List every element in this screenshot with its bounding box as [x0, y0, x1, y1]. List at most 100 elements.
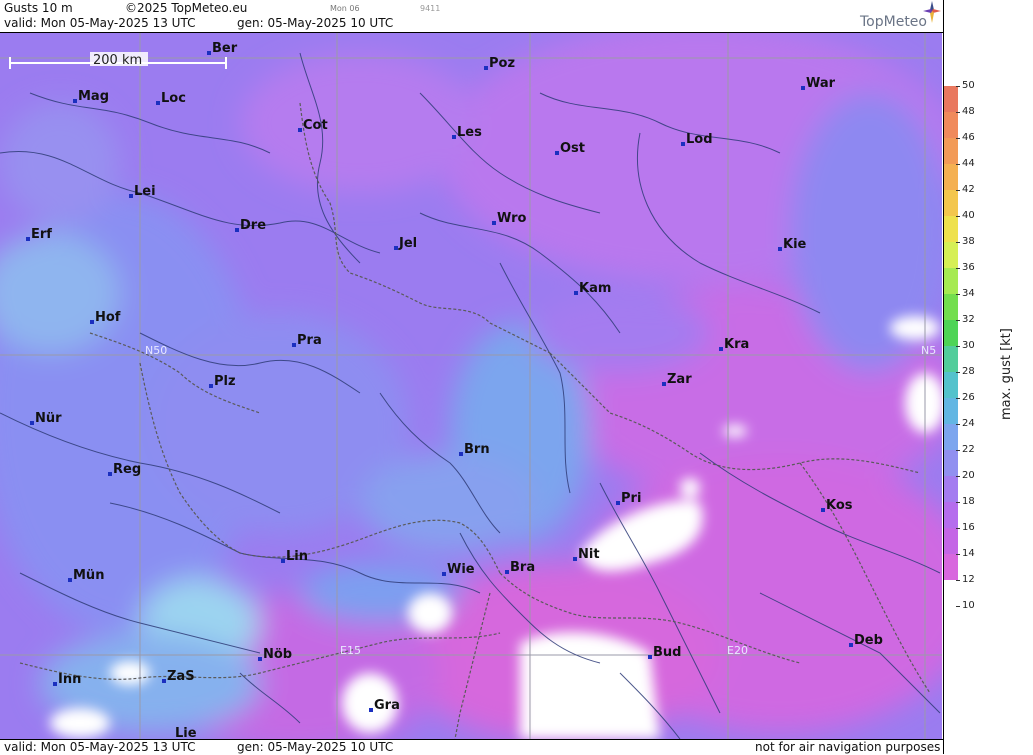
city-label-kra: Kra: [724, 337, 749, 352]
legend-tick-mark: [956, 502, 960, 503]
city-marker-lei: [129, 194, 133, 198]
legend-swatch: [944, 476, 958, 503]
city-marker-zas: [162, 679, 166, 683]
legend-tick-label: 16: [962, 522, 975, 533]
scale-bar-label: 200 km: [93, 53, 142, 68]
legend-swatch: [944, 268, 958, 295]
grid-label-n5: N5: [921, 344, 936, 357]
city-label-kie: Kie: [783, 237, 807, 252]
city-marker-hof: [90, 320, 94, 324]
city-marker-brn: [459, 452, 463, 456]
footer-bar: valid: Mon 05-May-2025 13 UTC gen: 05-Ma…: [0, 739, 943, 755]
legend-tick-label: 20: [962, 470, 975, 481]
city-label-inn: Inn: [58, 672, 81, 687]
city-marker-kra: [719, 347, 723, 351]
legend-tick-label: 30: [962, 340, 975, 351]
city-marker-poz: [484, 66, 488, 70]
gust-map: N50 N5 E15 E20 200 km Ber Poz War Mag Loc Cot…: [0, 33, 942, 739]
legend-swatch: [944, 528, 958, 555]
city-marker-nit: [573, 557, 577, 561]
legend-swatch: [944, 86, 958, 113]
grid-label-n50: N50: [145, 344, 167, 357]
city-marker-inn: [53, 682, 57, 686]
legend-tick-mark: [956, 424, 960, 425]
topmeteo-logo: TopMeteo: [860, 14, 927, 30]
legend-tick-label: 32: [962, 314, 975, 325]
city-label-kos: Kos: [826, 498, 853, 513]
compass-star-icon: [923, 1, 941, 23]
city-label-nür: Nür: [35, 411, 62, 426]
legend-tick-label: 28: [962, 366, 975, 377]
legend-swatch: [944, 242, 958, 269]
city-marker-kos: [821, 508, 825, 512]
legend-swatch: [944, 216, 958, 243]
city-label-zas: ZaS: [167, 669, 195, 684]
product-title: Gusts 10 m: [4, 1, 73, 15]
city-label-loc: Loc: [161, 91, 186, 106]
legend-tick-label: 24: [962, 418, 975, 429]
city-marker-reg: [108, 472, 112, 476]
legend-tick-label: 14: [962, 548, 975, 559]
legend-tick-label: 26: [962, 392, 975, 403]
city-label-jel: Jel: [398, 236, 417, 251]
color-legend: 50 48 46 44 42 40 38 36 34 32 30 28 26 24 22 20 18 16 14 12…: [943, 0, 1033, 754]
legend-swatch: [944, 580, 958, 596]
legend-tick-mark: [956, 294, 960, 295]
legend-swatch: [944, 138, 958, 165]
city-marker-les: [452, 135, 456, 139]
city-label-nit: Nit: [578, 547, 600, 562]
city-marker-ost: [555, 151, 559, 155]
city-label-hof: Hof: [95, 310, 121, 325]
city-label-bra: Bra: [510, 560, 535, 575]
city-label-lod: Lod: [686, 132, 713, 147]
legend-swatch: [944, 190, 958, 217]
legend-tick-mark: [956, 138, 960, 139]
small-day-text: Mon 06: [330, 4, 360, 13]
grid-label-e20: E20: [727, 644, 748, 657]
city-marker-loc: [156, 101, 160, 105]
city-label-war: War: [806, 76, 836, 91]
city-label-reg: Reg: [113, 462, 141, 477]
legend-tick-mark: [956, 580, 960, 581]
city-marker-jel: [394, 246, 398, 250]
legend-swatch: [944, 554, 958, 581]
legend-swatch: [944, 346, 958, 373]
legend-swatch: [944, 372, 958, 399]
city-label-dre: Dre: [240, 218, 266, 233]
legend-tick-label: 44: [962, 158, 975, 169]
city-label-erf: Erf: [31, 227, 52, 242]
legend-tick-label: 40: [962, 210, 975, 221]
legend-swatch: [944, 398, 958, 425]
city-label-kam: Kam: [579, 281, 611, 296]
footer-valid-time: valid: Mon 05-May-2025 13 UTC: [4, 740, 196, 754]
legend-tick-mark: [956, 450, 960, 451]
city-label-gra: Gra: [374, 698, 400, 713]
legend-tick-label: 48: [962, 106, 975, 117]
city-label-bud: Bud: [653, 645, 681, 660]
disclaimer-text: not for air navigation purposes: [755, 740, 941, 754]
city-label-mag: Mag: [78, 89, 109, 104]
legend-tick-label: 46: [962, 132, 975, 143]
legend-tick-mark: [956, 554, 960, 555]
legend-swatch: [944, 424, 958, 451]
legend-tick-mark: [956, 606, 960, 607]
legend-swatch: [944, 294, 958, 321]
legend-tick-label: 34: [962, 288, 975, 299]
legend-tick-label: 50: [962, 80, 975, 91]
legend-swatch: [944, 112, 958, 139]
city-marker-bud: [648, 655, 652, 659]
city-label-cot: Cot: [303, 118, 328, 133]
city-marker-cot: [298, 128, 302, 132]
legend-swatch: [944, 450, 958, 477]
city-marker-war: [801, 86, 805, 90]
city-label-mün: Mün: [73, 568, 104, 583]
header-bar: Gusts 10 m ©2025 TopMeteo.eu Mon 06 9411…: [0, 0, 943, 33]
legend-swatch: [944, 164, 958, 191]
map-canvas: N50 N5 E15 E20 200 km Ber Poz War Mag Loc Cot…: [0, 33, 942, 739]
city-marker-dre: [235, 228, 239, 232]
city-label-poz: Poz: [489, 56, 515, 71]
city-marker-gra: [369, 708, 373, 712]
legend-tick-mark: [956, 190, 960, 191]
generated-time: gen: 05-May-2025 10 UTC: [237, 16, 394, 30]
city-label-deb: Deb: [854, 633, 883, 648]
